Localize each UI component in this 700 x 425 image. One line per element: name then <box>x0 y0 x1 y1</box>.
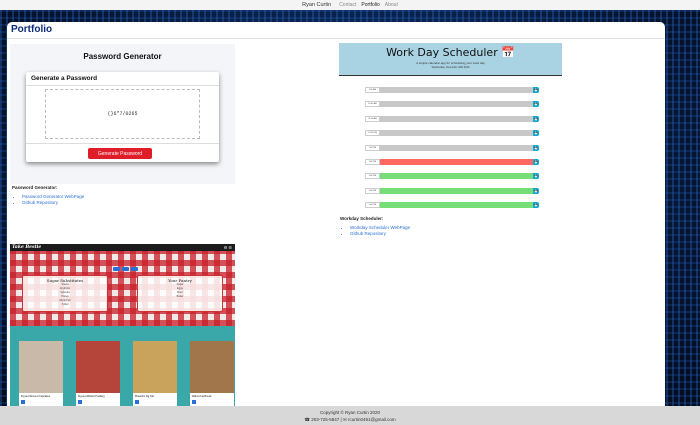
password-output: (}6"7/0265 <box>45 89 200 139</box>
divider <box>26 85 219 86</box>
time-block: 3:00 PM 💾 <box>365 173 539 180</box>
event-textarea <box>380 202 533 209</box>
substitutes-list: Stevia Erythritol Splenda Honey Monk fruit Xy… <box>23 283 107 307</box>
save-icon: 💾 <box>533 130 539 137</box>
save-icon: 💾 <box>533 115 539 122</box>
nav-link-about[interactable]: About <box>385 2 398 8</box>
hour-label: 9:00 AM <box>365 87 380 93</box>
recipe-card: Walnut Fig Bread <box>190 341 234 406</box>
scheduler-screenshot: Work Day Scheduler 📅 A simple calendar a… <box>339 43 562 209</box>
password-github-link[interactable]: Github Repository <box>22 200 84 206</box>
scheduler-title: Work Day Scheduler 📅 <box>386 46 515 59</box>
nav-brand[interactable]: Ryan Curtin <box>302 2 331 8</box>
pantry-box: Your Pantry Sugar Eggs Flour Butter <box>137 275 223 312</box>
event-textarea <box>380 115 533 122</box>
scheduler-project-links: Workday Scheduler WebPage Github Reposit… <box>340 225 410 237</box>
recipe-icon <box>21 400 25 404</box>
generate-password-button: Generate Password <box>88 148 152 159</box>
event-textarea <box>380 87 533 93</box>
save-icon: 💾 <box>533 101 539 108</box>
scheduler-project-label: Workday Scheduler: <box>340 216 384 221</box>
recipe-image <box>190 341 234 393</box>
recipe-nav-icons: ⚙ ☰ <box>223 245 232 250</box>
time-block: 5:00 PM 💾 <box>365 202 539 209</box>
footer-copyright: Copyright © Ryan Curtin 2020 <box>319 410 381 415</box>
scheduler-github-link[interactable]: Github Repository <box>350 231 410 237</box>
recipe-card: Pistachio Fig Tart <box>133 341 177 406</box>
recipe-card: Fig and Almond Cupcakes <box>19 341 63 406</box>
password-generator-screenshot: Password Generator Generate a Password (… <box>10 44 235 184</box>
list-item: Butter <box>176 295 184 298</box>
save-icon: 💾 <box>533 202 539 209</box>
event-textarea <box>380 144 533 151</box>
time-block: 12:00 PM 💾 <box>365 130 539 137</box>
recipe-icon <box>135 400 139 404</box>
pw-card-title: Generate a Password <box>31 75 98 82</box>
recipe-name: Fig and Almond Cupcakes <box>21 395 51 398</box>
recipe-buttons <box>113 267 138 271</box>
event-textarea <box>380 173 533 180</box>
event-textarea <box>380 130 533 137</box>
hour-label: 5:00 PM <box>365 202 380 209</box>
hour-label: 4:00 PM <box>365 187 380 194</box>
hour-label: 2:00 PM <box>365 159 380 165</box>
event-textarea <box>380 101 533 108</box>
time-block: 2:00 PM 💾 <box>365 159 539 165</box>
recipe-image <box>19 341 63 393</box>
hour-label: 10:00 AM <box>365 101 380 108</box>
recipe-name: Pistachio Fig Tart <box>135 395 155 398</box>
page-title: Portfolio <box>11 24 53 35</box>
scheduler-date: Wednesday, December 18th 2020 <box>431 66 470 69</box>
hour-label: 3:00 PM <box>365 173 380 180</box>
save-icon: 💾 <box>533 173 539 180</box>
recipe-icon <box>78 400 82 404</box>
pw-card: Generate a Password (}6"7/0265 Generate … <box>26 72 219 162</box>
save-icon: 💾 <box>533 159 539 165</box>
time-block: 4:00 PM 💾 <box>365 187 539 194</box>
save-icon: 💾 <box>533 87 539 93</box>
divider <box>7 38 665 39</box>
recipe-name: Fig and Walnut Pudding <box>78 395 105 398</box>
scheduler-subtitle: A simple calendar app for scheduling you… <box>416 61 485 65</box>
divider <box>26 143 219 144</box>
hour-label: 11:00 AM <box>365 115 380 122</box>
password-project-links: Password Generator WebPage Github Reposi… <box>12 194 84 206</box>
nav-link-portfolio[interactable]: Portfolio <box>361 2 379 8</box>
pantry-list: Sugar Eggs Flour Butter <box>138 283 222 299</box>
time-block: 9:00 AM 💾 <box>365 87 539 93</box>
recipe-app-screenshot: Take Bestie ⚙ ☰ Sugar Substitutes Stevia… <box>10 244 235 406</box>
pw-header: Password Generator <box>83 52 162 61</box>
nav-link-contact[interactable]: Contact <box>339 2 356 8</box>
top-navbar: Ryan Curtin Contact Portfolio About <box>0 0 700 10</box>
time-block: 10:00 AM 💾 <box>365 101 539 108</box>
list-item: Xylitol <box>61 303 69 306</box>
time-block: 11:00 AM 💾 <box>365 115 539 122</box>
hour-label: 12:00 PM <box>365 130 380 137</box>
scheduler-jumbotron: Work Day Scheduler 📅 A simple calendar a… <box>339 43 562 76</box>
portfolio-card: Portfolio Password Generator Generate a … <box>7 22 665 406</box>
password-project-label: Password Generator: <box>12 185 58 190</box>
time-block: 1:00 PM 💾 <box>365 144 539 151</box>
recipe-navbar: Take Bestie ⚙ ☰ <box>10 244 235 251</box>
event-textarea <box>380 187 533 194</box>
save-icon: 💾 <box>533 187 539 194</box>
hour-label: 1:00 PM <box>365 144 380 151</box>
footer: Copyright © Ryan Curtin 2020 ☎ 203-725-5… <box>0 406 700 425</box>
recipe-image <box>76 341 120 393</box>
recipe-name: Walnut Fig Bread <box>192 395 212 398</box>
recipe-logo: Take Bestie <box>12 245 42 250</box>
recipe-image <box>133 341 177 393</box>
footer-contact: ☎ 203-725-5847 | ✉ rcurtin0491@gmail.com <box>304 417 396 422</box>
substitutes-box: Sugar Substitutes Stevia Erythritol Splend… <box>22 275 108 312</box>
recipe-icon <box>192 400 196 404</box>
save-icon: 💾 <box>533 144 539 151</box>
recipe-card: Fig and Walnut Pudding <box>76 341 120 406</box>
event-textarea <box>380 159 533 165</box>
